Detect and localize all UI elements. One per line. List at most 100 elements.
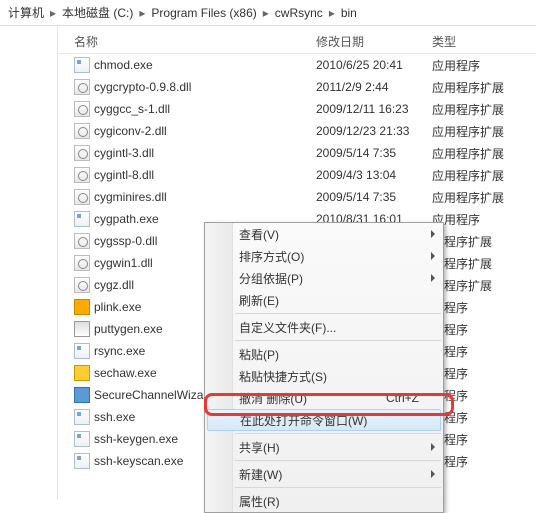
breadcrumb[interactable]: 计算机▸ 本地磁盘 (C:)▸ Program Files (x86)▸ cwR… bbox=[0, 0, 536, 26]
file-icon bbox=[74, 255, 90, 271]
file-name: cygiconv-2.dll bbox=[94, 124, 167, 138]
file-icon bbox=[74, 101, 90, 117]
file-type: 应用程序扩展 bbox=[424, 79, 514, 96]
file-icon bbox=[74, 57, 90, 73]
col-name[interactable]: 名称 bbox=[58, 33, 308, 50]
file-type: 应用程序扩展 bbox=[424, 123, 514, 140]
file-type: 应用程序扩展 bbox=[424, 101, 514, 118]
file-name: puttygen.exe bbox=[94, 322, 163, 336]
chevron-right-icon bbox=[431, 252, 435, 260]
file-date: 2009/4/3 13:04 bbox=[308, 168, 424, 182]
file-type: 应用程序扩展 bbox=[424, 167, 514, 184]
menu-group-label: 分组依据(P) bbox=[239, 270, 303, 287]
menu-share-label: 共享(H) bbox=[239, 439, 280, 456]
menu-view[interactable]: 查看(V) bbox=[205, 223, 443, 245]
file-icon bbox=[74, 145, 90, 161]
bc-2[interactable]: Program Files (x86) bbox=[147, 4, 260, 22]
file-name: plink.exe bbox=[94, 300, 141, 314]
file-row[interactable]: cygintl-3.dll 2009/5/14 7:35应用程序扩展 bbox=[58, 142, 536, 164]
menu-group[interactable]: 分组依据(P) bbox=[205, 267, 443, 289]
chevron-right-icon bbox=[431, 470, 435, 478]
chevron-right-icon bbox=[431, 230, 435, 238]
menu-open-cmd[interactable]: 在此处打开命令窗口(W) bbox=[207, 409, 441, 431]
chevron-right-icon: ▸ bbox=[327, 6, 337, 20]
file-name: cygminires.dll bbox=[94, 190, 167, 204]
file-icon bbox=[74, 453, 90, 469]
file-icon bbox=[74, 299, 90, 315]
menu-view-label: 查看(V) bbox=[239, 226, 279, 243]
menu-separator bbox=[235, 460, 441, 461]
file-name: cygcrypto-0.9.8.dll bbox=[94, 80, 191, 94]
file-date: 2009/5/14 7:35 bbox=[308, 146, 424, 160]
file-type: 应用程序 bbox=[424, 57, 514, 74]
bc-1[interactable]: 本地磁盘 (C:) bbox=[58, 2, 137, 23]
menu-undo-label: 撤消 删除(U) bbox=[239, 390, 307, 407]
menu-undo[interactable]: 撤消 删除(U) Ctrl+Z bbox=[205, 387, 443, 409]
file-name: chmod.exe bbox=[94, 58, 153, 72]
file-name: cygpath.exe bbox=[94, 212, 159, 226]
column-headers: 名称 修改日期 类型 bbox=[58, 30, 536, 54]
menu-refresh[interactable]: 刷新(E) bbox=[205, 289, 443, 311]
chevron-right-icon: ▸ bbox=[48, 6, 58, 20]
file-date: 2009/12/23 21:33 bbox=[308, 124, 424, 138]
menu-paste-shortcut: 粘贴快捷方式(S) bbox=[205, 365, 443, 387]
menu-share[interactable]: 共享(H) bbox=[205, 436, 443, 458]
menu-paste-shortcut-label: 粘贴快捷方式(S) bbox=[239, 368, 327, 385]
menu-new-label: 新建(W) bbox=[239, 466, 282, 483]
file-row[interactable]: cygiconv-2.dll 2009/12/23 21:33应用程序扩展 bbox=[58, 120, 536, 142]
col-type[interactable]: 类型 bbox=[424, 33, 514, 50]
file-icon bbox=[74, 321, 90, 337]
menu-new[interactable]: 新建(W) bbox=[205, 463, 443, 485]
menu-undo-key: Ctrl+Z bbox=[386, 391, 419, 405]
file-icon bbox=[74, 79, 90, 95]
menu-customize[interactable]: 自定义文件夹(F)... bbox=[205, 316, 443, 338]
menu-refresh-label: 刷新(E) bbox=[239, 292, 279, 309]
file-icon bbox=[74, 343, 90, 359]
file-date: 2009/5/14 7:35 bbox=[308, 190, 424, 204]
col-date[interactable]: 修改日期 bbox=[308, 33, 424, 50]
chevron-right-icon: ▸ bbox=[137, 6, 147, 20]
bc-3[interactable]: cwRsync bbox=[271, 4, 327, 22]
file-name: cygwin1.dll bbox=[94, 256, 153, 270]
file-name: cygintl-3.dll bbox=[94, 146, 154, 160]
menu-sort[interactable]: 排序方式(O) bbox=[205, 245, 443, 267]
file-row[interactable]: cyggcc_s-1.dll 2009/12/11 16:23应用程序扩展 bbox=[58, 98, 536, 120]
file-type: 应用程序扩展 bbox=[424, 189, 514, 206]
menu-properties[interactable]: 属性(R) bbox=[205, 490, 443, 512]
file-row[interactable]: cygcrypto-0.9.8.dll 2011/2/9 2:44应用程序扩展 bbox=[58, 76, 536, 98]
file-date: 2011/2/9 2:44 bbox=[308, 80, 424, 94]
menu-properties-label: 属性(R) bbox=[239, 493, 280, 510]
file-icon bbox=[74, 387, 90, 403]
file-icon bbox=[74, 189, 90, 205]
menu-separator bbox=[235, 487, 441, 488]
file-name: cyggcc_s-1.dll bbox=[94, 102, 170, 116]
file-name: cygz.dll bbox=[94, 278, 134, 292]
menu-separator bbox=[235, 340, 441, 341]
menu-separator bbox=[235, 433, 441, 434]
file-row[interactable]: cygintl-8.dll2009/4/3 13:04应用程序扩展 bbox=[58, 164, 536, 186]
menu-paste: 粘贴(P) bbox=[205, 343, 443, 365]
file-name: ssh-keygen.exe bbox=[94, 432, 178, 446]
chevron-right-icon: ▸ bbox=[261, 6, 271, 20]
menu-separator bbox=[235, 313, 441, 314]
bc-0[interactable]: 计算机 bbox=[4, 2, 48, 23]
chevron-right-icon bbox=[431, 443, 435, 451]
file-name: sechaw.exe bbox=[94, 366, 157, 380]
file-icon bbox=[74, 211, 90, 227]
menu-sort-label: 排序方式(O) bbox=[239, 248, 304, 265]
bc-4[interactable]: bin bbox=[337, 4, 361, 22]
menu-open-cmd-label: 在此处打开命令窗口(W) bbox=[240, 412, 367, 429]
nav-tree[interactable] bbox=[0, 26, 58, 500]
file-type: 应用程序扩展 bbox=[424, 145, 514, 162]
menu-paste-label: 粘贴(P) bbox=[239, 346, 279, 363]
file-icon bbox=[74, 365, 90, 381]
file-row[interactable]: chmod.exe 2010/6/25 20:41应用程序 bbox=[58, 54, 536, 76]
file-name: rsync.exe bbox=[94, 344, 145, 358]
file-name: ssh.exe bbox=[94, 410, 135, 424]
file-date: 2010/6/25 20:41 bbox=[308, 58, 424, 72]
file-date: 2009/12/11 16:23 bbox=[308, 102, 424, 116]
file-name: ssh-keyscan.exe bbox=[94, 454, 183, 468]
file-icon bbox=[74, 123, 90, 139]
file-row[interactable]: cygminires.dll 2009/5/14 7:35应用程序扩展 bbox=[58, 186, 536, 208]
chevron-right-icon bbox=[431, 274, 435, 282]
